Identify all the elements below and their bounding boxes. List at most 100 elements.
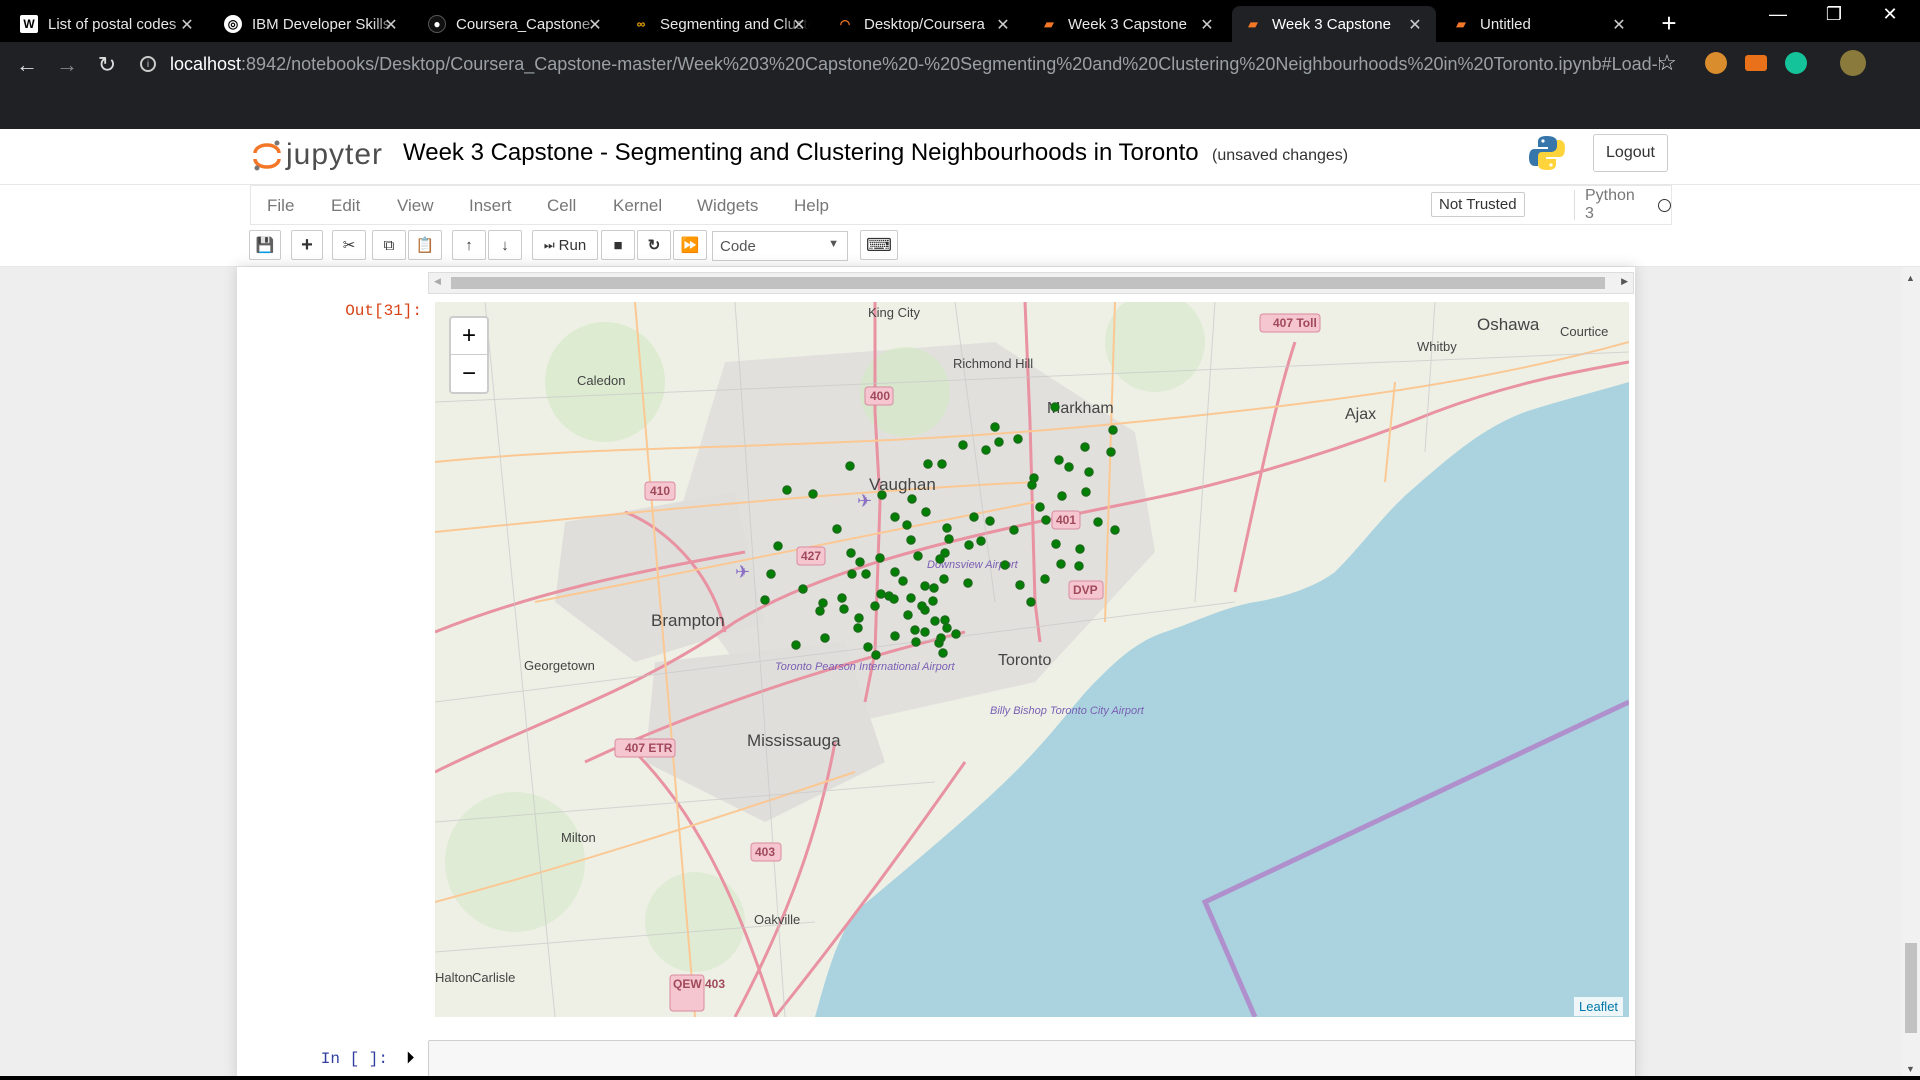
neighbourhood-marker[interactable] xyxy=(1040,574,1050,584)
browser-tab[interactable]: ● Coursera_Capstone ✕ xyxy=(416,6,616,42)
menu-widgets[interactable]: Widgets xyxy=(697,196,758,216)
neighbourhood-marker[interactable] xyxy=(875,553,885,563)
neighbourhood-marker[interactable] xyxy=(907,494,917,504)
close-tab-icon[interactable]: ✕ xyxy=(178,15,196,35)
move-down-button[interactable]: ↓ xyxy=(488,230,522,260)
neighbourhood-marker[interactable] xyxy=(854,613,864,623)
neighbourhood-marker[interactable] xyxy=(942,623,952,633)
new-tab-button[interactable]: + xyxy=(1655,8,1683,39)
browser-tab[interactable]: ▰ Week 3 Capstone ✕ xyxy=(1028,6,1228,42)
menu-cell[interactable]: Cell xyxy=(547,196,576,216)
neighbourhood-marker[interactable] xyxy=(913,551,923,561)
leaflet-attribution[interactable]: Leaflet xyxy=(1574,997,1624,1016)
neighbourhood-marker[interactable] xyxy=(863,642,873,652)
neighbourhood-marker[interactable] xyxy=(1009,525,1019,535)
neighbourhood-marker[interactable] xyxy=(942,523,952,533)
neighbourhood-marker[interactable] xyxy=(906,535,916,545)
minimize-button[interactable]: — xyxy=(1758,4,1798,25)
neighbourhood-marker[interactable] xyxy=(1064,462,1074,472)
neighbourhood-marker[interactable] xyxy=(876,589,886,599)
neighbourhood-marker[interactable] xyxy=(944,534,954,544)
neighbourhood-marker[interactable] xyxy=(1027,480,1037,490)
neighbourhood-marker[interactable] xyxy=(773,541,783,551)
neighbourhood-marker[interactable] xyxy=(1035,502,1045,512)
neighbourhood-marker[interactable] xyxy=(990,422,1000,432)
scroll-up-icon[interactable]: ▲ xyxy=(1906,273,1915,283)
neighbourhood-marker[interactable] xyxy=(791,640,801,650)
menu-edit[interactable]: Edit xyxy=(331,196,360,216)
neighbourhood-marker[interactable] xyxy=(766,569,776,579)
neighbourhood-marker[interactable] xyxy=(920,627,930,637)
neighbourhood-marker[interactable] xyxy=(839,604,849,614)
neighbourhood-marker[interactable] xyxy=(861,569,871,579)
neighbourhood-marker[interactable] xyxy=(939,574,949,584)
jupyter-logo[interactable]: jupyter xyxy=(252,137,383,173)
neighbourhood-marker[interactable] xyxy=(936,633,946,643)
paste-button[interactable]: 📋 xyxy=(408,230,442,260)
output-horizontal-scrollbar[interactable]: ◀ ▶ xyxy=(428,272,1634,294)
save-button[interactable]: 💾 xyxy=(249,230,281,260)
menu-insert[interactable]: Insert xyxy=(469,196,512,216)
neighbourhood-marker[interactable] xyxy=(845,461,855,471)
neighbourhood-marker[interactable] xyxy=(855,557,865,567)
neighbourhood-marker[interactable] xyxy=(994,437,1004,447)
neighbourhood-marker[interactable] xyxy=(1051,539,1061,549)
neighbourhood-marker[interactable] xyxy=(870,601,880,611)
scroll-right-icon[interactable]: ▶ xyxy=(1621,276,1628,287)
neighbourhood-marker[interactable] xyxy=(906,593,916,603)
neighbourhood-marker[interactable] xyxy=(1108,425,1118,435)
close-tab-icon[interactable]: ✕ xyxy=(790,15,808,35)
move-up-button[interactable]: ↑ xyxy=(452,230,486,260)
neighbourhood-marker[interactable] xyxy=(1081,487,1091,497)
neighbourhood-marker[interactable] xyxy=(921,507,931,517)
profile-avatar[interactable] xyxy=(1840,50,1866,76)
neighbourhood-marker[interactable] xyxy=(1074,561,1084,571)
menu-kernel[interactable]: Kernel xyxy=(613,196,662,216)
logout-button[interactable]: Logout xyxy=(1593,134,1668,172)
neighbourhood-marker[interactable] xyxy=(1080,442,1090,452)
map-tiles[interactable]: ✈ ✈ 407 Toll 400 410 427 401 DVP 407 ETR… xyxy=(435,302,1629,1017)
browser-tab[interactable]: ◠ Desktop/Coursera ✕ xyxy=(824,6,1024,42)
neighbourhood-marker[interactable] xyxy=(929,583,939,593)
cookie-extension-icon[interactable] xyxy=(1705,52,1727,74)
neighbourhood-marker[interactable] xyxy=(985,516,995,526)
reload-button[interactable]: ↻ xyxy=(92,52,122,78)
close-tab-icon[interactable]: ✕ xyxy=(1198,15,1216,35)
not-trusted-button[interactable]: Not Trusted xyxy=(1431,192,1525,217)
neighbourhood-marker[interactable] xyxy=(820,633,830,643)
neighbourhood-marker[interactable] xyxy=(910,625,920,635)
neighbourhood-marker[interactable] xyxy=(903,610,913,620)
neighbourhood-marker[interactable] xyxy=(846,548,856,558)
browser-tab[interactable]: ◎ IBM Developer Skills ✕ xyxy=(212,6,412,42)
neighbourhood-marker[interactable] xyxy=(976,536,986,546)
neighbourhood-marker[interactable] xyxy=(935,554,945,564)
neighbourhood-marker[interactable] xyxy=(969,512,979,522)
grammarly-icon[interactable] xyxy=(1785,52,1807,74)
neighbourhood-marker[interactable] xyxy=(1093,517,1103,527)
zoom-out-button[interactable]: − xyxy=(451,355,487,392)
neighbourhood-marker[interactable] xyxy=(1084,467,1094,477)
bookmark-star-icon[interactable]: ☆ xyxy=(1652,50,1682,76)
url-field[interactable]: i localhost:8942/notebooks/Desktop/Cours… xyxy=(140,50,1660,78)
neighbourhood-marker[interactable] xyxy=(1110,525,1120,535)
neighbourhood-marker[interactable] xyxy=(940,615,950,625)
neighbourhood-marker[interactable] xyxy=(951,629,961,639)
page-vertical-scrollbar[interactable]: ▲ ▼ xyxy=(1902,267,1920,1080)
neighbourhood-marker[interactable] xyxy=(958,440,968,450)
neighbourhood-marker[interactable] xyxy=(928,596,938,606)
neighbourhood-marker[interactable] xyxy=(1057,491,1067,501)
scrollbar-thumb[interactable] xyxy=(451,277,1605,289)
neighbourhood-marker[interactable] xyxy=(1013,434,1023,444)
code-cell-input[interactable] xyxy=(428,1040,1636,1080)
neighbourhood-marker[interactable] xyxy=(760,595,770,605)
folium-map[interactable]: ✈ ✈ 407 Toll 400 410 427 401 DVP 407 ETR… xyxy=(435,302,1629,1017)
cut-button[interactable]: ✂ xyxy=(332,230,366,260)
scroll-down-icon[interactable]: ▼ xyxy=(1906,1064,1915,1074)
scrollbar-thumb[interactable] xyxy=(1905,943,1917,1033)
restart-button[interactable]: ↻ xyxy=(637,230,671,260)
neighbourhood-marker[interactable] xyxy=(1000,560,1010,570)
run-button[interactable]: ⏭ Run xyxy=(532,230,598,260)
neighbourhood-marker[interactable] xyxy=(930,616,940,626)
site-info-icon[interactable]: i xyxy=(140,56,156,72)
neighbourhood-marker[interactable] xyxy=(1041,515,1051,525)
